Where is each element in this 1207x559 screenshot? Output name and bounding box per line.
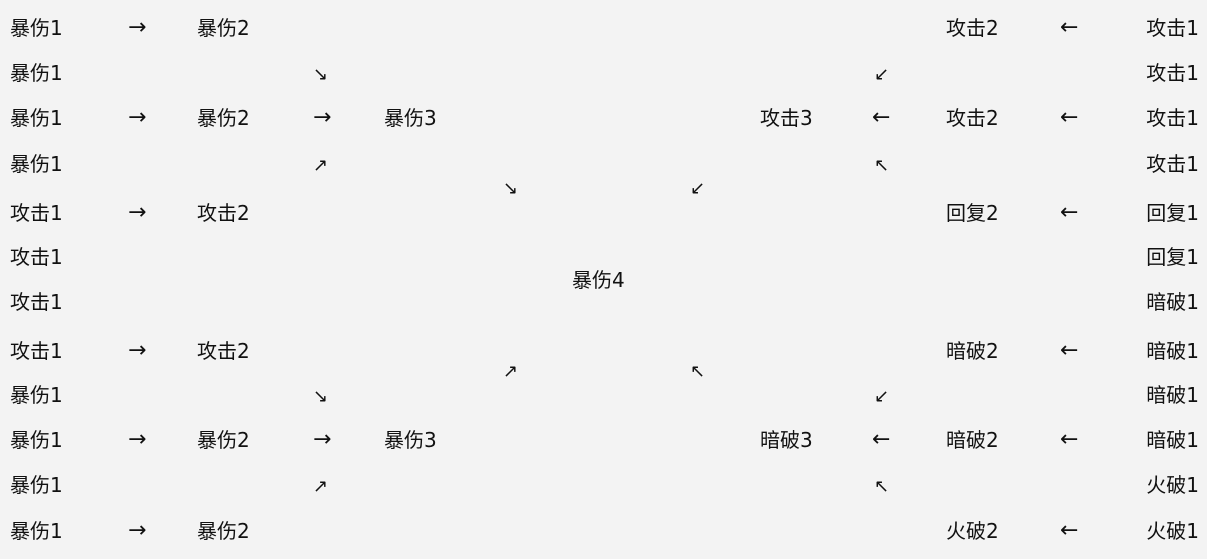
node-left-r7-c1: 攻击1 [10, 290, 63, 314]
arrow-down-left: ↙ [874, 64, 890, 85]
node-right-r1-leaf: 攻击1 [1146, 16, 1199, 40]
node-left-r9-c1: 暴伤1 [10, 383, 63, 407]
arrow-right: → [128, 15, 147, 40]
node-right-r4-leaf: 攻击1 [1146, 152, 1199, 176]
node-right-level2: 暗破2 [946, 428, 999, 452]
arrow-right: → [128, 427, 147, 452]
arrow-down-right: ↘ [503, 178, 519, 199]
arrow-up-right: ↗ [313, 476, 329, 497]
arrow-up-left: ↖ [874, 476, 890, 497]
node-left-r12-c1: 暴伤1 [10, 519, 63, 543]
node-left-level2: 暴伤2 [197, 106, 250, 130]
node-left-level3: 暴伤3 [384, 106, 437, 130]
arrow-left: ← [872, 105, 891, 130]
node-left-level2: 暴伤2 [197, 428, 250, 452]
arrow-left: ← [1060, 427, 1079, 452]
arrow-down-right: ↘ [313, 386, 329, 407]
node-right-r10-leaf: 暗破1 [1146, 428, 1199, 452]
arrow-left: ← [1060, 105, 1079, 130]
arrow-right: → [128, 200, 147, 225]
node-left-r11-c1: 暴伤1 [10, 473, 63, 497]
arrow-left: ← [1060, 200, 1079, 225]
node-right-level2: 暗破2 [946, 339, 999, 363]
arrow-left: ← [1060, 15, 1079, 40]
node-center: 暴伤4 [572, 268, 625, 292]
node-left-r5-c1: 攻击1 [10, 201, 63, 225]
node-left-level2: 攻击2 [197, 339, 250, 363]
arrow-left: ← [872, 427, 891, 452]
arrow-down-right: ↘ [313, 64, 329, 85]
arrow-right: → [128, 338, 147, 363]
node-left-level3: 暴伤3 [384, 428, 437, 452]
node-right-r3-leaf: 攻击1 [1146, 106, 1199, 130]
node-left-level2: 攻击2 [197, 201, 250, 225]
arrow-right: → [128, 518, 147, 543]
node-right-r7-leaf: 暗破1 [1146, 290, 1199, 314]
arrow-left: ← [1060, 338, 1079, 363]
arrow-right: → [313, 427, 332, 452]
arrow-right: → [128, 105, 147, 130]
node-left-r8-c1: 攻击1 [10, 339, 63, 363]
node-left-r1-c1: 暴伤1 [10, 16, 63, 40]
node-left-r3-c1: 暴伤1 [10, 106, 63, 130]
arrow-down-left: ↙ [874, 386, 890, 407]
node-left-r6-c1: 攻击1 [10, 245, 63, 269]
node-right-level2: 火破2 [946, 519, 999, 543]
node-left-r4-c1: 暴伤1 [10, 152, 63, 176]
node-right-r2-leaf: 攻击1 [1146, 61, 1199, 85]
node-right-r11-leaf: 火破1 [1146, 473, 1199, 497]
node-left-level2: 暴伤2 [197, 519, 250, 543]
node-right-level2: 攻击2 [946, 16, 999, 40]
node-right-r12-leaf: 火破1 [1146, 519, 1199, 543]
arrow-down-left: ↙ [690, 178, 706, 199]
arrow-up-right: ↗ [313, 155, 329, 176]
arrow-up-left: ↖ [874, 155, 890, 176]
arrow-up-left: ↖ [690, 361, 706, 382]
skill-merge-diagram: 暴伤1 暴伤1 暴伤1 暴伤1 攻击1 攻击1 攻击1 攻击1 暴伤1 暴伤1 … [0, 0, 1207, 559]
node-right-level3: 攻击3 [760, 106, 813, 130]
node-right-level3: 暗破3 [760, 428, 813, 452]
arrow-up-right: ↗ [503, 361, 519, 382]
arrow-right: → [313, 105, 332, 130]
node-left-r10-c1: 暴伤1 [10, 428, 63, 452]
node-right-r6-leaf: 回复1 [1146, 245, 1199, 269]
node-left-level2: 暴伤2 [197, 16, 250, 40]
node-right-r9-leaf: 暗破1 [1146, 383, 1199, 407]
node-left-r2-c1: 暴伤1 [10, 61, 63, 85]
node-right-r8-leaf: 暗破1 [1146, 339, 1199, 363]
node-right-level2: 回复2 [946, 201, 999, 225]
node-right-level2: 攻击2 [946, 106, 999, 130]
node-right-r5-leaf: 回复1 [1146, 201, 1199, 225]
arrow-left: ← [1060, 518, 1079, 543]
